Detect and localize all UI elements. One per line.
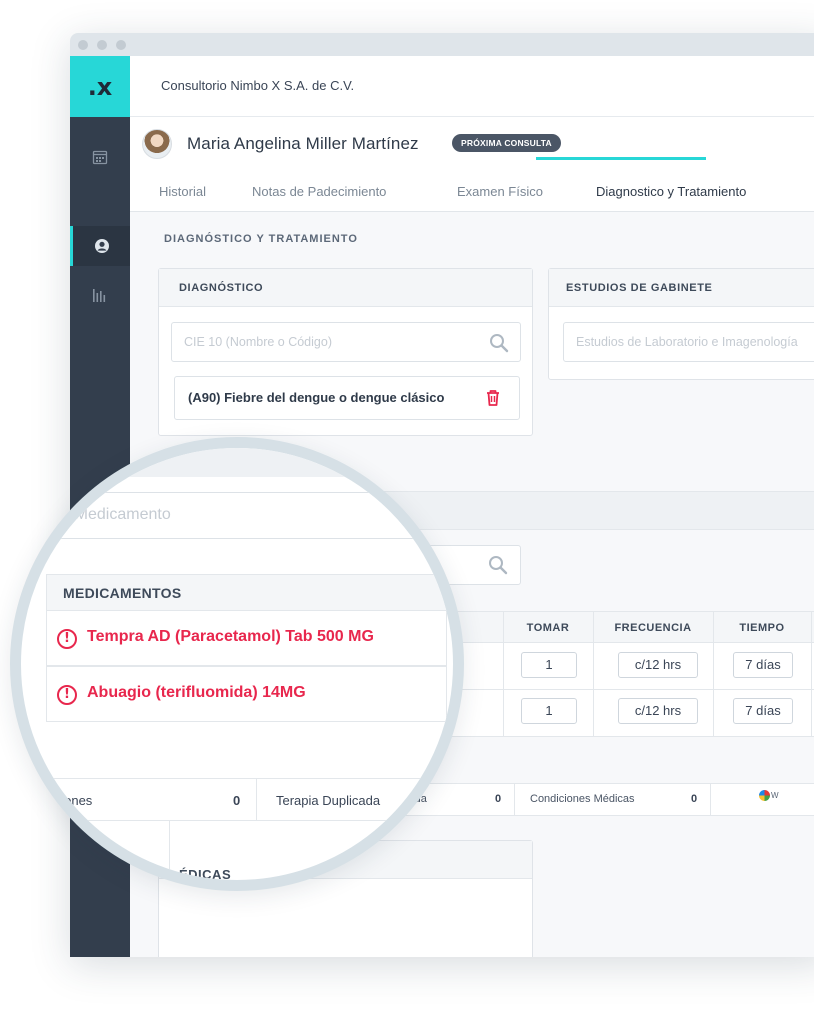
- patient-name: Maria Angelina Miller Martínez: [187, 134, 419, 153]
- divider: [713, 612, 714, 736]
- column-header-tiempo: TIEMPO: [739, 622, 785, 634]
- tomar-input[interactable]: 1: [521, 698, 577, 724]
- interaction-label: acciones: [41, 793, 93, 808]
- tab-notas[interactable]: Notas de Padecimiento: [252, 184, 386, 199]
- magnifier-content: car Medicamento MEDICAMENTOS ! Tempra AD…: [21, 448, 453, 880]
- window-dot: [97, 40, 107, 50]
- divider: [446, 574, 447, 724]
- divider: [21, 778, 453, 779]
- medication-name: Tempra AD (Paracetamol) Tab 500 MG: [87, 628, 374, 645]
- diagnostico-card: DIAGNÓSTICO CIE 10 (Nombre o Código) (A9…: [158, 268, 533, 436]
- divider: [169, 820, 170, 880]
- app-logo[interactable]: .x: [70, 56, 130, 117]
- avatar: [142, 129, 172, 159]
- condiciones-count: 0: [691, 793, 698, 805]
- search-input[interactable]: CIE 10 (Nombre o Código): [171, 322, 521, 362]
- tab-historial[interactable]: Historial: [159, 184, 206, 199]
- section-title: DIAGNÓSTICO Y TRATAMIENTO: [164, 233, 358, 245]
- divider: [514, 784, 515, 815]
- notas-card-title: ÉDICAS: [179, 867, 232, 882]
- card-title: ESTUDIOS DE GABINETE: [549, 269, 814, 307]
- medicamento-search-input[interactable]: car Medicamento: [39, 492, 419, 539]
- card-title: DIAGNÓSTICO: [159, 269, 532, 307]
- trash-icon[interactable]: [485, 389, 501, 407]
- diagnosis-label: (A90) Fiebre del dengue o dengue clásico: [188, 390, 445, 405]
- divider: [21, 820, 453, 821]
- tiempo-input[interactable]: 7 días: [733, 652, 793, 678]
- top-bar: Consultorio Nimbo X S.A. de C.V.: [130, 56, 814, 117]
- magnifier-callout: car Medicamento MEDICAMENTOS ! Tempra AD…: [10, 437, 464, 891]
- tiempo-input[interactable]: 7 días: [733, 698, 793, 724]
- search-icon[interactable]: [488, 555, 508, 575]
- brand-fragment: W: [771, 791, 779, 800]
- frecuencia-input[interactable]: c/12 hrs: [618, 652, 698, 678]
- window-dot: [116, 40, 126, 50]
- medication-name: Abuagio (terifluomida) 14MG: [87, 684, 306, 701]
- table-row[interactable]: ! Abuagio (terifluomida) 14MG: [46, 666, 447, 722]
- divider: [593, 612, 594, 736]
- estudios-search-input[interactable]: Estudios de Laboratorio e Imagenología: [563, 322, 814, 362]
- search-icon[interactable]: [489, 333, 509, 353]
- status-badge: PRÓXIMA CONSULTA: [452, 134, 561, 152]
- table-row[interactable]: ! Tempra AD (Paracetamol) Tab 500 MG: [46, 610, 447, 666]
- divider: [256, 778, 257, 820]
- patient-header: Maria Angelina Miller Martínez PRÓXIMA C…: [130, 117, 814, 212]
- divider: [503, 612, 504, 736]
- user-icon: [94, 239, 109, 253]
- divider: [811, 612, 812, 736]
- interaction-count: 0: [233, 793, 241, 808]
- gabinete-card: ESTUDIOS DE GABINETE Estudios de Laborat…: [548, 268, 814, 380]
- search-placeholder: car Medicamento: [48, 506, 171, 523]
- diagnosis-tag: (A90) Fiebre del dengue o dengue clásico: [174, 376, 520, 420]
- calendar-icon: [92, 150, 108, 165]
- divider: [710, 784, 711, 815]
- sidebar-item-calendar[interactable]: [70, 137, 130, 177]
- sidebar-item-patient[interactable]: [70, 226, 130, 266]
- column-header-tomar: TOMAR: [526, 622, 570, 634]
- frecuencia-input[interactable]: c/12 hrs: [618, 698, 698, 724]
- column-header-frecuencia: FRECUENCIA: [614, 622, 692, 634]
- interaction-count: 0: [495, 793, 502, 805]
- active-tab-indicator: [536, 157, 706, 160]
- title-bar: [70, 33, 814, 56]
- alert-icon: !: [57, 629, 77, 649]
- tab-examen[interactable]: Examen Físico: [457, 184, 543, 199]
- clinic-name: Consultorio Nimbo X S.A. de C.V.: [161, 78, 355, 93]
- medicamentos-header-band: [21, 448, 453, 477]
- column-header-medicamentos: MEDICAMENTOS: [63, 585, 182, 601]
- tab-diagnostico[interactable]: Diagnostico y Tratamiento: [596, 184, 746, 199]
- chart-bars-icon: [93, 289, 106, 302]
- sidebar-item-stats[interactable]: [70, 275, 130, 315]
- table-header: MEDICAMENTOS: [46, 574, 447, 611]
- condiciones-label: Condiciones Médicas: [530, 793, 635, 805]
- terapia-duplicada-label: Terapia Duplicada: [276, 793, 381, 808]
- alert-icon: !: [57, 685, 77, 705]
- brand-logo-icon: [759, 790, 770, 801]
- tomar-input[interactable]: 1: [521, 652, 577, 678]
- window-dot: [78, 40, 88, 50]
